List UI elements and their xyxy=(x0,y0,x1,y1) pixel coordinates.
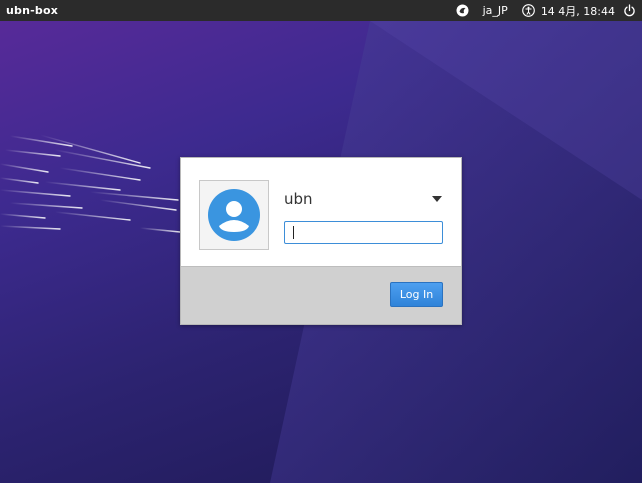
login-button[interactable]: Log In xyxy=(390,282,443,307)
avatar xyxy=(199,180,269,250)
login-dialog: ubn Log In xyxy=(180,157,462,325)
power-menu[interactable] xyxy=(623,0,636,21)
chevron-down-icon xyxy=(432,196,442,202)
password-field[interactable] xyxy=(284,221,443,244)
clock[interactable]: 14 4月, 18:44 xyxy=(541,0,615,21)
topbar-indicators: ja_JP 14 4月, 18:44 xyxy=(456,0,636,21)
keyboard-layout-label: ja_JP xyxy=(482,4,508,17)
session-icon xyxy=(456,4,469,17)
login-credentials-area: ubn xyxy=(181,158,461,266)
accessibility-icon xyxy=(521,4,535,17)
keyboard-layout-indicator[interactable]: ja_JP xyxy=(483,0,508,21)
user-avatar-icon xyxy=(208,189,260,241)
user-selector[interactable]: ubn xyxy=(284,186,444,212)
text-caret xyxy=(293,226,294,239)
power-icon xyxy=(624,4,635,17)
datetime-label: 14 4月, 18:44 xyxy=(540,4,615,18)
login-screen: ubn-box ja_JP 14 4月, 18:44 ubn Log In xyxy=(0,0,642,483)
hostname-label: ubn-box xyxy=(6,4,59,17)
username-label: ubn xyxy=(284,190,313,208)
accessibility-menu[interactable] xyxy=(521,0,535,21)
session-menu[interactable] xyxy=(456,0,469,21)
top-panel: ubn-box ja_JP 14 4月, 18:44 xyxy=(0,0,642,21)
